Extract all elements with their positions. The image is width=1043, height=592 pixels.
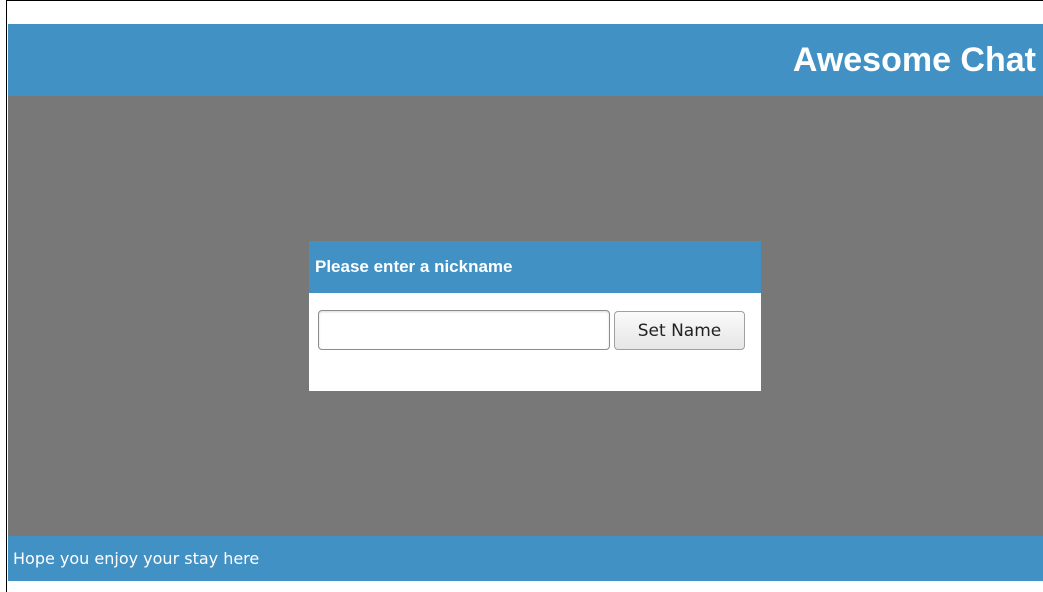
dialog-body: Set Name [309,293,761,391]
dialog-header: Please enter a nickname [309,241,761,293]
footer-bar: Hope you enjoy your stay here [8,536,1043,581]
footer-message: Hope you enjoy your stay here [13,549,260,568]
app-title: Awesome Chat [792,40,1036,79]
set-name-button[interactable]: Set Name [614,311,745,350]
app-window: Awesome Chat Please enter a nickname Set… [6,0,1043,592]
main-overlay: Please enter a nickname Set Name [8,96,1043,536]
nickname-input[interactable] [318,310,610,350]
nickname-dialog: Please enter a nickname Set Name [309,241,761,391]
header-bar: Awesome Chat [8,24,1043,96]
dialog-title: Please enter a nickname [315,257,513,276]
